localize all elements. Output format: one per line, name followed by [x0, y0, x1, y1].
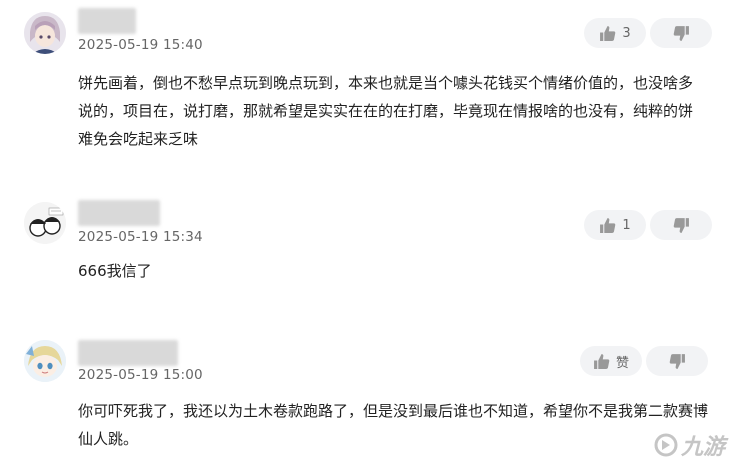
thumbs-up-icon	[600, 217, 616, 233]
like-count: 1	[622, 217, 631, 233]
thumbs-down-icon	[673, 25, 689, 41]
vote-group: 3	[584, 18, 712, 48]
like-button[interactable]: 赞	[580, 346, 642, 376]
dislike-button[interactable]	[650, 210, 712, 240]
comment-text: 饼先画着，倒也不愁早点玩到晚点玩到，本来也就是当个噱头花钱买个情绪价值的，也没啥…	[78, 74, 694, 148]
thumbs-up-icon	[594, 353, 610, 369]
like-button[interactable]: 3	[584, 18, 646, 48]
avatar[interactable]	[24, 12, 66, 54]
comment-item: 2025-05-19 15:00 赞 你可吓死我了，我还以为土木卷款跑路了，但是…	[0, 320, 737, 469]
comment-time: 2025-05-19 15:34	[78, 229, 203, 245]
username-blurred[interactable]	[78, 340, 178, 366]
thumbs-down-icon	[673, 217, 689, 233]
thumbs-down-icon	[669, 353, 685, 369]
avatar[interactable]	[24, 202, 66, 244]
jiuyou-logo-icon	[654, 433, 678, 457]
like-label: 赞	[615, 355, 629, 371]
dislike-button[interactable]	[646, 346, 708, 376]
like-count: 3	[622, 25, 631, 41]
username-blurred[interactable]	[78, 200, 160, 226]
avatar[interactable]	[24, 340, 66, 382]
thumbs-up-icon	[600, 25, 616, 41]
comment-item: 2025-05-19 15:34 1 666我信了	[0, 180, 737, 320]
like-button[interactable]: 1	[584, 210, 646, 240]
comment-time: 2025-05-19 15:00	[78, 367, 203, 383]
watermark-text: 九游	[680, 435, 725, 460]
username-blurred[interactable]	[78, 8, 136, 34]
vote-group: 赞	[580, 346, 708, 376]
watermark: 九游	[653, 429, 725, 461]
comment-text: 666我信了	[78, 262, 152, 280]
dislike-button[interactable]	[650, 18, 712, 48]
vote-group: 1	[584, 210, 712, 240]
comment-text: 你可吓死我了，我还以为土木卷款跑路了，但是没到最后谁也不知道，希望你不是我第二款…	[78, 402, 709, 448]
comment-time: 2025-05-19 15:40	[78, 37, 203, 53]
comment-item: 2025-05-19 15:40 3 饼先画着，倒也不愁早点玩到晚点玩到，本来也…	[0, 0, 737, 180]
